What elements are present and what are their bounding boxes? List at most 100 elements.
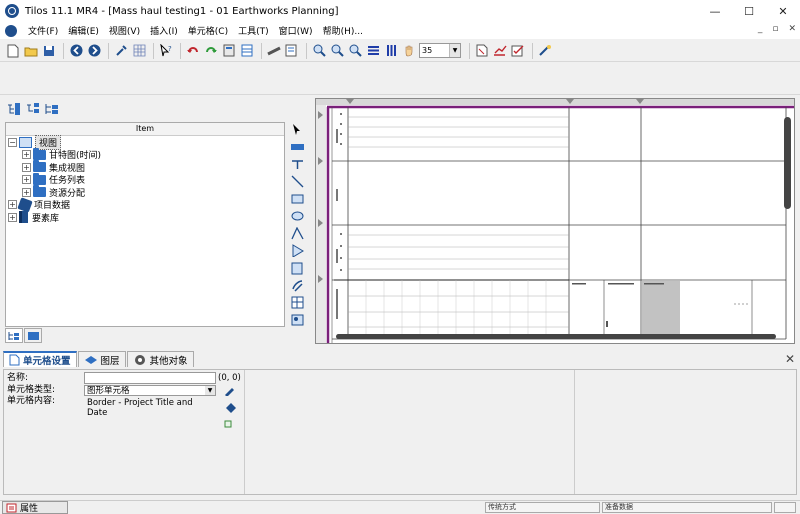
close-button[interactable]: ✕: [766, 0, 800, 22]
expand-icon[interactable]: +: [22, 175, 31, 185]
image-tool-icon[interactable]: [290, 314, 304, 327]
menu-tools[interactable]: 工具(T): [233, 24, 274, 37]
tree-item-views[interactable]: − 视图: [6, 134, 284, 150]
cell-type-value: 图形单元格: [87, 385, 130, 396]
tab-display-view[interactable]: [24, 328, 42, 343]
cell-coordinates: (0, 0): [218, 373, 241, 383]
name-field[interactable]: [84, 372, 216, 384]
menu-help[interactable]: 帮助(H)...: [318, 24, 368, 37]
pattern-tool-icon[interactable]: [290, 296, 304, 309]
chevron-down-icon[interactable]: ▼: [205, 385, 215, 395]
menu-view[interactable]: 视图(V): [104, 24, 145, 37]
expand-all-icon[interactable]: [7, 102, 21, 118]
content-settings-icon[interactable]: [224, 402, 237, 417]
small-square-icon[interactable]: [224, 420, 237, 431]
mdi-minimize-button[interactable]: _: [758, 24, 763, 34]
tree-item-label: 甘特图(时间): [49, 151, 102, 162]
forward-icon[interactable]: [86, 43, 102, 59]
page-icon[interactable]: [474, 43, 490, 59]
menu-file[interactable]: 文件(F): [23, 24, 63, 37]
cell-type-select[interactable]: 图形单元格 ▼: [84, 384, 216, 396]
tree-item-integrated-view[interactable]: + 集成视图: [6, 160, 284, 174]
back-icon[interactable]: [68, 43, 84, 59]
check-edit-icon[interactable]: [510, 43, 526, 59]
expand-icon[interactable]: +: [22, 150, 31, 160]
document-icon[interactable]: [5, 24, 17, 37]
bar-tool-icon[interactable]: [290, 140, 304, 153]
grid-icon[interactable]: [131, 43, 147, 59]
folder-icon: [33, 147, 46, 160]
note-tool-icon[interactable]: [290, 262, 304, 275]
mdi-close-button[interactable]: ✕: [788, 24, 796, 34]
tab-layers[interactable]: 图层: [77, 351, 126, 367]
collapse-icon[interactable]: −: [8, 137, 17, 147]
expand-icon[interactable]: +: [22, 162, 31, 172]
horizontal-bars-icon[interactable]: [365, 43, 381, 59]
edit-tool-icon[interactable]: [224, 385, 237, 399]
polyline-tool-icon[interactable]: [290, 227, 304, 240]
tools-icon[interactable]: [113, 43, 129, 59]
drawing-palette: [288, 122, 306, 327]
expand-icon[interactable]: +: [8, 200, 17, 210]
rectangle-tool-icon[interactable]: [290, 192, 304, 205]
tab-other-objects[interactable]: 其他对象: [126, 351, 194, 367]
name-label: 名称:: [7, 373, 29, 383]
tree-structure-icon[interactable]: [45, 103, 59, 118]
status-extra-field: [774, 502, 796, 513]
tree-item-label: 任务列表: [49, 176, 86, 187]
collapse-all-icon[interactable]: [26, 102, 40, 118]
maximize-button[interactable]: ☐: [732, 0, 766, 22]
document-icon: [9, 354, 20, 366]
zoom-out-icon[interactable]: [329, 43, 345, 59]
save-icon[interactable]: [41, 43, 57, 59]
menu-window[interactable]: 窗口(W): [274, 24, 318, 37]
text-tool-icon[interactable]: [290, 158, 304, 171]
tab-cell-settings[interactable]: 单元格设置: [3, 351, 77, 367]
calculator-icon[interactable]: [221, 43, 237, 59]
polygon-tool-icon[interactable]: [290, 244, 304, 258]
tab-label: 图层: [100, 355, 120, 367]
expand-icon[interactable]: +: [8, 212, 17, 222]
tree-item-resource-allocation[interactable]: + 资源分配: [6, 185, 284, 199]
chevron-down-icon[interactable]: ▼: [449, 44, 460, 57]
open-folder-icon[interactable]: [23, 43, 39, 59]
tree-item-gantt[interactable]: + 甘特图(时间): [6, 147, 284, 162]
folder-icon: [33, 172, 46, 185]
table-icon[interactable]: [239, 43, 255, 59]
hand-icon[interactable]: [401, 43, 417, 59]
drawing-canvas[interactable]: [315, 98, 795, 344]
vertical-bars-icon[interactable]: [383, 43, 399, 59]
undo-icon[interactable]: [185, 43, 201, 59]
ruler-icon[interactable]: [266, 43, 282, 59]
tree-item-task-list[interactable]: + 任务列表: [6, 172, 284, 187]
menu-cell[interactable]: 单元格(C): [183, 24, 233, 37]
mdi-restore-button[interactable]: ▫: [772, 24, 778, 34]
tab-tree-view[interactable]: [5, 328, 23, 343]
properties-toggle-button[interactable]: 属性: [2, 501, 68, 514]
menu-edit[interactable]: 编辑(E): [63, 24, 104, 37]
book-icon: [19, 211, 28, 224]
tree-item-project-data[interactable]: + 项目数据: [6, 197, 284, 213]
symbol-tool-icon[interactable]: [290, 279, 304, 292]
status-state-field: 准备数据: [602, 502, 772, 513]
select-arrow-icon[interactable]: [290, 123, 304, 136]
zoom-fit-icon[interactable]: [347, 43, 363, 59]
close-panel-icon[interactable]: ✕: [785, 352, 795, 366]
svg-text:?: ?: [168, 45, 172, 53]
chart-edit-icon[interactable]: [492, 43, 508, 59]
wizard-icon[interactable]: [537, 43, 553, 59]
new-document-icon[interactable]: [5, 43, 21, 59]
redo-icon[interactable]: [203, 43, 219, 59]
properties-panel: 单元格设置 图层 其他对象 ✕ 名称: 单元格类型: 单元格内容: 图形单元格 …: [0, 350, 800, 500]
pointer-help-icon[interactable]: ?: [158, 43, 174, 59]
minimize-button[interactable]: —: [698, 0, 732, 22]
layout-icon[interactable]: [284, 43, 300, 59]
menu-insert[interactable]: 插入(I): [145, 24, 183, 37]
ellipse-tool-icon[interactable]: [290, 210, 304, 223]
expand-icon[interactable]: +: [22, 187, 31, 197]
zoom-level-value: 35: [422, 46, 433, 55]
tree-item-element-library[interactable]: + 要素库: [6, 211, 284, 224]
zoom-in-icon[interactable]: [311, 43, 327, 59]
zoom-level-combo[interactable]: 35 ▼: [419, 43, 461, 58]
line-tool-icon[interactable]: [290, 175, 304, 188]
